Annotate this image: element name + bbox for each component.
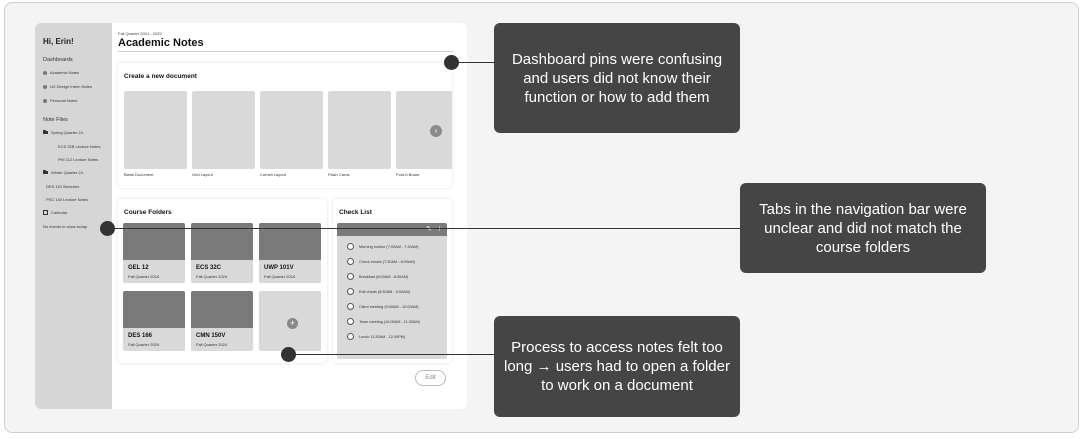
callout-marker	[444, 55, 459, 70]
title-divider	[118, 51, 453, 52]
greeting: Hi, Erin!	[43, 37, 74, 46]
course-name: UWP 101V	[264, 265, 294, 271]
folder-label: Spring Quarter 24	[51, 130, 83, 135]
note-file-phi-112[interactable]: PHI 112 Lecture Notes	[43, 157, 112, 162]
course-name: ECS 32C	[196, 265, 222, 271]
template-label: Grid Layout	[192, 172, 213, 177]
calendar-label: Calendar	[51, 210, 68, 215]
check-list-item[interactable]: Morning routine (7:00AM - 7:30AM)	[347, 243, 419, 250]
check-list-item[interactable]: Team meeting (10:00AM - 11:30AM)	[347, 318, 420, 325]
dashboard-item-personal-notes[interactable]: Personal Notes	[43, 98, 112, 103]
calendar-link[interactable]: Calendar	[43, 210, 112, 215]
callout-navigation-tabs: Tabs in the navigation bar were unclear …	[740, 183, 986, 273]
check-list-item[interactable]: Edit charts (8:30AM - 9:00AM)	[347, 288, 410, 295]
page-title: Academic Notes	[118, 37, 204, 49]
checkbox-circle-icon[interactable]	[347, 243, 354, 250]
folder-winter-quarter[interactable]: Winter Quarter 24	[43, 169, 112, 175]
quarter-label: Fall Quarter 2024 - 2025	[118, 31, 162, 36]
check-list-panel: ✎ + Morning routine (7:00AM - 7:30AM) Ch…	[337, 223, 447, 359]
template-label: Blank Document	[124, 172, 154, 177]
plus-icon[interactable]: +	[287, 318, 298, 329]
create-document-card: Create a new document Blank Document Gri…	[118, 63, 452, 188]
template-cornell-layout[interactable]	[260, 91, 323, 169]
sidebar: Hi, Erin! Dashboards Academic Notes UX D…	[35, 23, 112, 409]
note-file-psc-140[interactable]: PSC 140 Lecture Notes	[43, 197, 112, 202]
course-name: DES 166	[128, 333, 153, 339]
dashboards-heading: Dashboards	[43, 57, 73, 63]
course-name: CMN 150V	[196, 333, 226, 339]
note-file-des-115[interactable]: DES 115 Sketches	[43, 184, 112, 189]
folder-label: Winter Quarter 24	[51, 170, 83, 175]
check-list-item-label: Edit charts (8:30AM - 9:00AM)	[359, 289, 411, 294]
check-list-item-label: Breakfast (8:00AM - 8:30AM)	[359, 274, 409, 279]
check-list-item-label: Team meeting (10:00AM - 11:30AM)	[359, 319, 420, 324]
checkbox-circle-icon[interactable]	[347, 303, 354, 310]
course-folder-gel-12[interactable]: GEL 12 Fall Quarter 2024	[123, 223, 185, 283]
template-label: Cornell Layout	[260, 172, 286, 177]
course-folders-card: Course Folders GEL 12 Fall Quarter 2024 …	[118, 199, 327, 363]
callout-marker	[100, 221, 115, 236]
check-list-item-label: Lunch 11:30AM - 12:30PM)	[359, 334, 406, 339]
check-list-header: ✎ +	[337, 223, 447, 236]
course-folder-uwp-101v[interactable]: UWP 101V Fall Quarter 2024	[259, 223, 321, 283]
note-files-heading: Note Files	[43, 117, 68, 123]
dashboard-item-label: Academic Notes	[50, 70, 80, 75]
dashboard-item-academic-notes[interactable]: Academic Notes	[43, 70, 112, 75]
callout-marker	[281, 347, 296, 362]
course-name: GEL 12	[128, 265, 149, 271]
folder-thumbnail	[123, 291, 185, 328]
check-list-item-label: Check emails (7:30AM - 8:00AM)	[359, 259, 415, 264]
check-list-item[interactable]: Client meeting (9:00AM - 10:00AM)	[347, 303, 419, 310]
callout-connector-line	[288, 354, 494, 355]
app-window: Hi, Erin! Dashboards Academic Notes UX D…	[35, 23, 467, 409]
course-folder-cmn-150v[interactable]: CMN 150V Fall Quarter 2024	[191, 291, 253, 351]
check-list-title: Check List	[339, 209, 372, 216]
folder-spring-quarter[interactable]: Spring Quarter 24	[43, 129, 112, 135]
calendar-icon	[43, 210, 48, 215]
check-list-item[interactable]: Check emails (7:30AM - 8:00AM)	[347, 258, 415, 265]
folder-thumbnail	[191, 291, 253, 328]
note-file-ecs-32b[interactable]: ECS 32B Lecture Notes	[43, 144, 112, 149]
edit-button[interactable]: Edit	[415, 370, 446, 386]
create-document-title: Create a new document	[124, 73, 197, 80]
check-list-item[interactable]: Lunch 11:30AM - 12:30PM)	[347, 333, 405, 340]
folder-icon	[43, 169, 48, 175]
callout-access-process: Process to access notes felt too long → …	[494, 316, 740, 417]
checkbox-circle-icon[interactable]	[347, 273, 354, 280]
callout-dashboard-pins: Dashboard pins were confusing and users …	[494, 23, 740, 133]
check-list-item-label: Morning routine (7:00AM - 7:30AM)	[359, 244, 419, 249]
template-flash-cards[interactable]	[328, 91, 391, 169]
course-term: Fall Quarter 2024	[196, 342, 228, 347]
template-post-it-board[interactable]	[396, 91, 452, 169]
course-folder-des-166[interactable]: DES 166 Fall Quarter 2024	[123, 291, 185, 351]
course-folders-title: Course Folders	[124, 209, 172, 216]
pencil-icon[interactable]: ✎	[426, 225, 432, 233]
template-blank-document[interactable]	[124, 91, 187, 169]
template-grid-layout[interactable]	[192, 91, 255, 169]
check-list-card: Check List ✎ + Morning routine (7:00AM -…	[333, 199, 452, 363]
checkbox-circle-icon[interactable]	[347, 288, 354, 295]
pin-dot-icon	[43, 70, 47, 75]
check-list-item[interactable]: Breakfast (8:00AM - 8:30AM)	[347, 273, 408, 280]
template-label: Post-It Board	[396, 172, 420, 177]
folder-icon	[43, 129, 48, 135]
check-list-item-label: Client meeting (9:00AM - 10:00AM)	[359, 304, 419, 309]
callout-connector-line	[107, 228, 740, 229]
course-folder-ecs-32c[interactable]: ECS 32C Fall Quarter 2024	[191, 223, 253, 283]
template-label: Flash Cards	[328, 172, 350, 177]
checkbox-circle-icon[interactable]	[347, 258, 354, 265]
course-term: Fall Quarter 2024	[196, 274, 228, 279]
checkbox-circle-icon[interactable]	[347, 318, 354, 325]
chevron-right-icon[interactable]: ›	[430, 125, 442, 137]
checkbox-circle-icon[interactable]	[347, 333, 354, 340]
course-term: Fall Quarter 2024	[128, 342, 160, 347]
course-term: Fall Quarter 2024	[264, 274, 296, 279]
pin-dot-icon	[43, 84, 47, 89]
dashboard-item-label: Personal Notes	[50, 98, 78, 103]
pin-dot-icon	[43, 98, 47, 103]
course-term: Fall Quarter 2024	[128, 274, 160, 279]
dashboard-item-ux-design-intern-notes[interactable]: UX Design Intern Notes	[43, 84, 112, 89]
dashboard-item-label: UX Design Intern Notes	[50, 84, 93, 89]
